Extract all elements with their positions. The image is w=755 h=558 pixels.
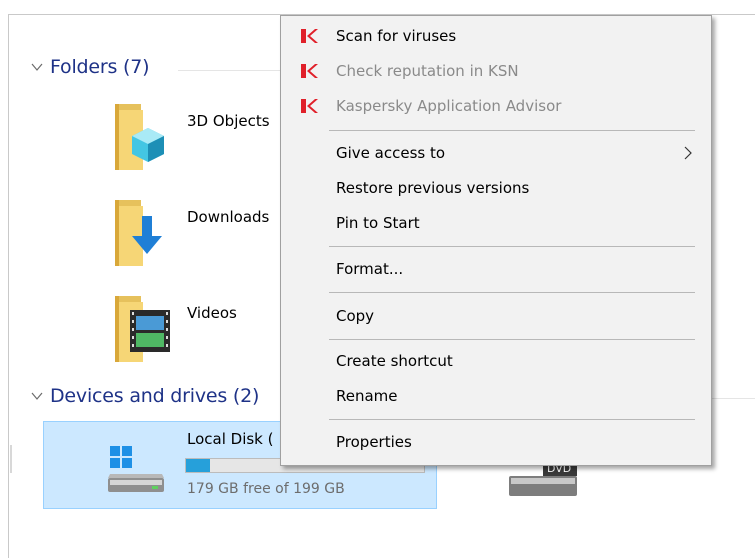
dvd-drive-icon — [509, 462, 577, 496]
menu-separator — [329, 339, 695, 340]
menu-item-rename[interactable]: Rename — [281, 379, 711, 413]
menu-item-properties[interactable]: Properties — [281, 425, 711, 459]
dvd-drive-tile[interactable]: DVD — [505, 462, 585, 506]
folder-videos[interactable]: Videos — [112, 292, 280, 367]
menu-item-pin-to-start[interactable]: Pin to Start — [281, 206, 711, 240]
menu-item-label: Check reputation in KSN — [336, 62, 519, 80]
menu-item-copy[interactable]: Copy — [281, 299, 711, 333]
menu-item-check-reputation[interactable]: Check reputation in KSN — [281, 54, 711, 88]
selection-edge-marker — [10, 445, 12, 473]
videos-folder-icon — [115, 296, 170, 362]
menu-item-label: Restore previous versions — [336, 179, 530, 197]
3d-objects-folder-icon — [115, 104, 164, 170]
menu-item-label: Give access to — [336, 144, 446, 162]
kaspersky-icon — [301, 99, 318, 113]
kaspersky-icon — [301, 29, 318, 43]
menu-item-restore-previous-versions[interactable]: Restore previous versions — [281, 171, 711, 205]
folder-downloads[interactable]: Downloads — [112, 196, 280, 271]
menu-item-kaspersky-app-advisor[interactable]: Kaspersky Application Advisor — [281, 89, 711, 123]
downloads-folder-icon — [115, 200, 162, 266]
drive-name: Local Disk ( — [187, 430, 274, 448]
chevron-down-icon — [31, 63, 43, 71]
folder-label: Videos — [187, 304, 237, 322]
menu-item-scan-for-viruses[interactable]: Scan for viruses — [281, 19, 711, 53]
chevron-right-icon — [684, 146, 692, 160]
kaspersky-icon — [301, 64, 318, 78]
menu-item-create-shortcut[interactable]: Create shortcut — [281, 344, 711, 378]
menu-item-label: Rename — [336, 387, 398, 405]
windows-drive-icon — [108, 446, 164, 492]
menu-item-label: Properties — [336, 433, 412, 451]
menu-item-label: Scan for viruses — [336, 27, 457, 45]
menu-separator — [329, 419, 695, 420]
drive-free-space: 179 GB free of 199 GB — [187, 481, 345, 497]
menu-separator — [329, 130, 695, 131]
folder-label: Downloads — [187, 208, 270, 226]
chevron-down-icon — [31, 392, 43, 400]
menu-item-format[interactable]: Format... — [281, 252, 711, 286]
menu-separator — [329, 292, 695, 293]
menu-item-give-access-to[interactable]: Give access to — [281, 136, 711, 170]
group-divider — [178, 70, 280, 71]
menu-separator — [329, 246, 695, 247]
group-divider — [712, 398, 755, 399]
folders-group-header[interactable]: Folders (7) — [30, 56, 150, 78]
drive-usage-fill — [186, 459, 210, 472]
folder-3d-objects[interactable]: 3D Objects — [112, 100, 280, 175]
menu-item-label: Format... — [336, 260, 404, 278]
menu-item-label: Copy — [336, 307, 375, 325]
folder-label: 3D Objects — [187, 112, 270, 130]
menu-item-label: Kaspersky Application Advisor — [336, 97, 562, 115]
folders-header-label: Folders (7) — [50, 56, 150, 78]
devices-header-label: Devices and drives (2) — [50, 385, 260, 407]
devices-group-header[interactable]: Devices and drives (2) — [30, 385, 259, 407]
context-menu: Scan for viruses Check reputation in KSN… — [280, 15, 712, 466]
menu-item-label: Pin to Start — [336, 214, 420, 232]
menu-item-label: Create shortcut — [336, 352, 453, 370]
